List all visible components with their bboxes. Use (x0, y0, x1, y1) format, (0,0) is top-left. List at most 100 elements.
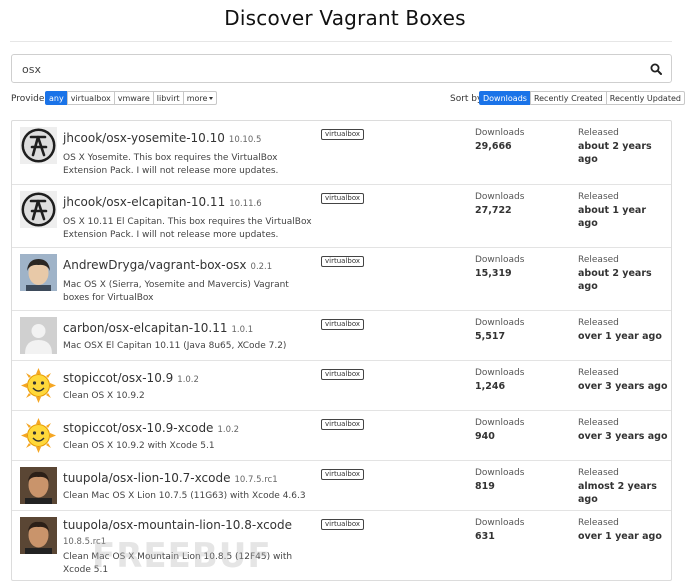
box-name: carbon/osx-elcapitan-10.11 (63, 321, 228, 335)
box-name: jhcook/osx-elcapitan-10.11 (63, 195, 226, 209)
box-description: Clean Mac OS X Lion 10.7.5 (11G63) with … (63, 491, 306, 501)
box-name: AndrewDryga/vagrant-box-osx (63, 258, 247, 272)
provider-badge: virtualbox (321, 193, 365, 204)
released-value: over 1 year ago (578, 531, 662, 542)
provider-badge: virtualbox (321, 256, 365, 267)
released-label: Released (578, 192, 619, 202)
downloads-count: 27,722 (475, 205, 512, 216)
box-name: stopiccot/osx-10.9-xcode (63, 421, 214, 435)
sort-recently-updated-button[interactable]: Recently Updated (605, 91, 685, 105)
sort-recently-created-button[interactable]: Recently Created (529, 91, 607, 105)
box-row[interactable]: stopiccot/osx-10.9-xcode 1.0.2 Clean OS X… (12, 410, 671, 460)
more-label: more (186, 94, 208, 103)
released-value: over 3 years ago (578, 381, 668, 392)
released-value: about 2 years ago (578, 141, 652, 165)
provider-vmware-button[interactable]: vmware (113, 91, 154, 105)
search-input[interactable] (22, 60, 622, 78)
provider-any-button[interactable]: any (45, 91, 68, 105)
box-name-link[interactable]: stopiccot/osx-10.9 1.0.2 (63, 371, 199, 385)
released-label: Released (578, 255, 619, 265)
search-bar (11, 54, 672, 83)
box-name-link[interactable]: jhcook/osx-elcapitan-10.11 10.11.6 (63, 195, 262, 209)
downloads-count: 1,246 (475, 381, 506, 392)
box-description: Mac OSX El Capitan 10.11 (Java 8u65, XCo… (63, 341, 287, 351)
box-row[interactable]: jhcook/osx-yosemite-10.10 10.10.5 OS X Yo… (12, 121, 671, 184)
downloads-label: Downloads (475, 255, 525, 265)
released-value: about 1 year ago (578, 205, 646, 229)
box-name: jhcook/osx-yosemite-10.10 (63, 131, 225, 145)
sun-emoji-icon (20, 417, 57, 454)
released-value: over 1 year ago (578, 331, 662, 342)
downloads-label: Downloads (475, 192, 525, 202)
box-name: tuupola/osx-mountain-lion-10.8-xcode (63, 518, 293, 532)
sort-downloads-button[interactable]: Downloads (479, 91, 531, 105)
box-name-link[interactable]: tuupola/osx-lion-10.7-xcode 10.7.5.rc1 (63, 471, 278, 485)
released-label: Released (578, 318, 619, 328)
downloads-count: 15,319 (475, 268, 512, 279)
page-title: Discover Vagrant Boxes (224, 6, 466, 30)
box-name: stopiccot/osx-10.9 (63, 371, 174, 385)
released-label: Released (578, 128, 619, 138)
released-value: over 3 years ago (578, 431, 668, 442)
freebuf-watermark: FREEBUF (92, 536, 272, 576)
provider-badge: virtualbox (321, 419, 365, 430)
box-name: tuupola/osx-lion-10.7-xcode (63, 471, 231, 485)
released-label: Released (578, 518, 619, 528)
downloads-label: Downloads (475, 318, 525, 328)
released-value: almost 2 years ago (578, 481, 657, 505)
caret-down-icon (209, 97, 214, 100)
downloads-label: Downloads (475, 518, 525, 528)
search-icon[interactable] (650, 63, 662, 75)
downloads-count: 29,666 (475, 141, 512, 152)
downloads-label: Downloads (475, 468, 525, 478)
box-version: 1.0.1 (231, 325, 254, 335)
sort-options: Downloads Recently Created Recently Upda… (479, 91, 685, 105)
downloads-count: 5,517 (475, 331, 506, 342)
sort-label: Sort by (450, 94, 483, 104)
box-version: 0.2.1 (250, 262, 273, 272)
box-list: jhcook/osx-yosemite-10.10 10.10.5 OS X Yo… (11, 120, 672, 581)
box-row[interactable]: jhcook/osx-elcapitan-10.11 10.11.6 OS X 1… (12, 184, 671, 247)
box-version: 1.0.2 (177, 375, 199, 385)
released-label: Released (578, 468, 619, 478)
provider-virtualbox-button[interactable]: virtualbox (66, 91, 115, 105)
downloads-count: 940 (475, 431, 495, 442)
box-name-link[interactable]: jhcook/osx-yosemite-10.10 10.10.5 (63, 131, 261, 145)
lambda-logo-icon (20, 191, 57, 228)
box-row[interactable]: AndrewDryga/vagrant-box-osx 0.2.1 Mac OS … (12, 247, 671, 310)
box-version: 1.0.2 (217, 425, 240, 435)
box-description: OS X Yosemite. This box requires the Vir… (63, 153, 279, 176)
provider-badge: virtualbox (321, 469, 365, 480)
box-description: OS X 10.11 El Capitan. This box requires… (63, 217, 312, 240)
box-name-link[interactable]: stopiccot/osx-10.9-xcode 1.0.2 (63, 421, 239, 435)
provider-filter: any virtualbox vmware libvirt more (45, 91, 218, 105)
title-divider (10, 41, 672, 42)
box-description: Clean OS X 10.9.2 with Xcode 5.1 (63, 441, 215, 451)
box-name-link[interactable]: AndrewDryga/vagrant-box-osx 0.2.1 (63, 258, 272, 272)
box-description: Clean OS X 10.9.2 (63, 391, 145, 401)
user-photo-icon (20, 517, 57, 554)
box-row[interactable]: carbon/osx-elcapitan-10.11 1.0.1 Mac OSX … (12, 310, 671, 360)
downloads-count: 819 (475, 481, 495, 492)
provider-badge: virtualbox (321, 519, 365, 530)
released-label: Released (578, 368, 619, 378)
downloads-count: 631 (475, 531, 495, 542)
provider-label: Provider (11, 94, 49, 104)
box-name-link[interactable]: carbon/osx-elcapitan-10.11 1.0.1 (63, 321, 253, 335)
provider-more-dropdown[interactable]: more (182, 91, 218, 105)
box-version: 10.7.5.rc1 (234, 475, 278, 485)
sun-emoji-icon (20, 367, 57, 404)
box-version: 10.10.5 (228, 135, 262, 145)
box-version: 10.11.6 (229, 199, 262, 209)
lambda-logo-icon (20, 127, 57, 164)
box-row[interactable]: tuupola/osx-lion-10.7-xcode 10.7.5.rc1 Cl… (12, 460, 671, 510)
user-photo-icon (20, 254, 57, 291)
box-description: Mac OS X (Sierra, Yosemite and Mavercis)… (63, 280, 289, 303)
downloads-label: Downloads (475, 418, 525, 428)
released-label: Released (578, 418, 619, 428)
provider-badge: virtualbox (321, 319, 365, 330)
downloads-label: Downloads (475, 128, 525, 138)
provider-libvirt-button[interactable]: libvirt (152, 91, 184, 105)
provider-badge: virtualbox (321, 369, 365, 380)
box-row[interactable]: stopiccot/osx-10.9 1.0.2 Clean OS X 10.9.… (12, 360, 671, 410)
